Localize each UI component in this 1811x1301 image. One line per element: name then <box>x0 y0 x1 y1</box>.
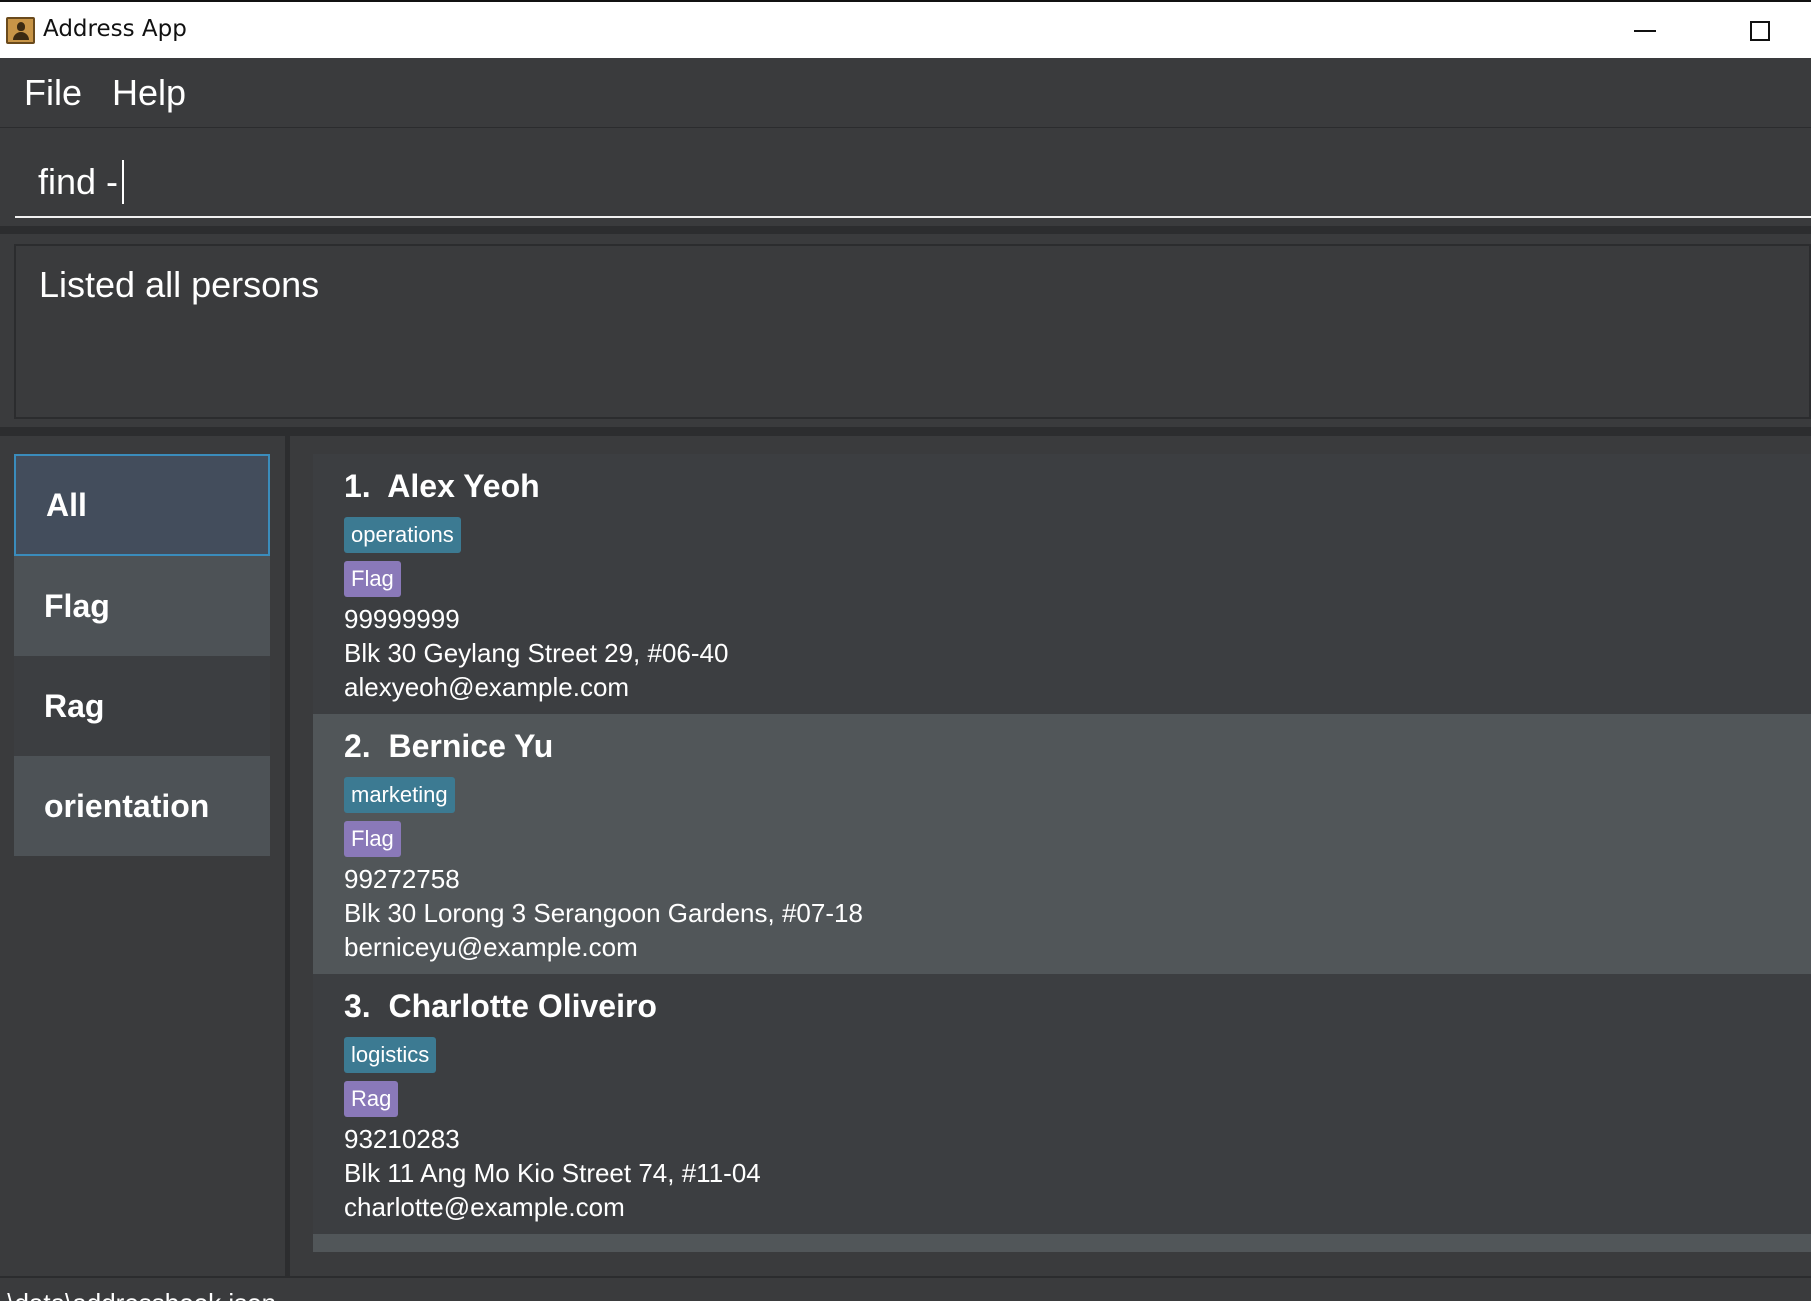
status-tag: Flag <box>344 821 401 857</box>
window-title: Address App <box>43 16 187 42</box>
person-phone: 93210283 <box>344 1124 460 1154</box>
person-index: 3. <box>344 988 371 1024</box>
department-tag: marketing <box>344 777 455 813</box>
minimize-icon <box>1634 30 1656 32</box>
sidebar-item-label: Rag <box>44 687 105 724</box>
command-box: find - <box>0 129 1811 231</box>
address-book-icon <box>6 17 35 44</box>
person-card[interactable]: 1. Alex Yeoh operations Flag 99999999 Bl… <box>313 454 1811 714</box>
person-email: charlotte@example.com <box>344 1192 625 1222</box>
list-scroll-edge <box>313 1234 1811 1252</box>
status-tag: Rag <box>344 1081 399 1117</box>
person-index: 2. <box>344 728 371 764</box>
person-email: berniceyu@example.com <box>344 932 638 962</box>
person-index: 1. <box>344 468 371 504</box>
title-bar: Address App <box>0 0 1811 58</box>
sidebar-item-label: All <box>46 486 87 523</box>
person-address: Blk 30 Geylang Street 29, #06-40 <box>344 638 729 668</box>
menu-help[interactable]: Help <box>112 72 186 114</box>
menu-bar: File Help <box>0 58 1811 128</box>
person-name-row: 2. Bernice Yu <box>344 728 553 765</box>
command-input[interactable]: find - <box>15 129 1811 218</box>
department-tag: operations <box>344 517 461 553</box>
sidebar-item-rag[interactable]: Rag <box>14 656 270 756</box>
sidebar-item-flag[interactable]: Flag <box>14 556 270 656</box>
person-email: alexyeoh@example.com <box>344 672 630 702</box>
result-text: Listed all persons <box>39 264 320 305</box>
department-tag: logistics <box>344 1037 437 1073</box>
command-text: find - <box>38 160 119 202</box>
divider <box>0 427 1811 436</box>
text-caret <box>122 159 125 204</box>
person-name-row: 1. Alex Yeoh <box>344 468 540 505</box>
person-name-row: 3. Charlotte Oliveiro <box>344 988 657 1025</box>
person-list: 1. Alex Yeoh operations Flag 99999999 Bl… <box>313 454 1811 1252</box>
sidebar-item-orientation[interactable]: orientation <box>14 756 270 856</box>
person-name: Charlotte Oliveiro <box>388 988 657 1024</box>
divider <box>0 226 1811 234</box>
sidebar-item-label: orientation <box>44 787 210 824</box>
save-location: .\data\addressbook.json <box>0 1288 276 1301</box>
result-display: Listed all persons <box>14 244 1811 419</box>
tag-filter-sidebar: All Flag Rag orientation <box>0 436 290 1276</box>
person-card[interactable]: 3. Charlotte Oliveiro logistics Rag 9321… <box>313 974 1811 1234</box>
person-phone: 99999999 <box>344 604 460 634</box>
person-name: Bernice Yu <box>388 728 554 764</box>
maximize-button[interactable] <box>1715 2 1805 60</box>
status-bar: .\data\addressbook.json <box>0 1276 1811 1301</box>
sidebar-item-all[interactable]: All <box>14 454 270 556</box>
minimize-button[interactable] <box>1600 2 1690 60</box>
person-address: Blk 30 Lorong 3 Serangoon Gardens, #07-1… <box>344 898 863 928</box>
person-card[interactable]: 2. Bernice Yu marketing Flag 99272758 Bl… <box>313 714 1811 974</box>
menu-file[interactable]: File <box>24 72 82 114</box>
person-address: Blk 11 Ang Mo Kio Street 74, #11-04 <box>344 1158 761 1188</box>
maximize-icon <box>1750 21 1770 41</box>
status-tag: Flag <box>344 561 401 597</box>
sidebar-item-label: Flag <box>44 587 110 624</box>
person-phone: 99272758 <box>344 864 460 894</box>
person-name: Alex Yeoh <box>387 468 540 504</box>
